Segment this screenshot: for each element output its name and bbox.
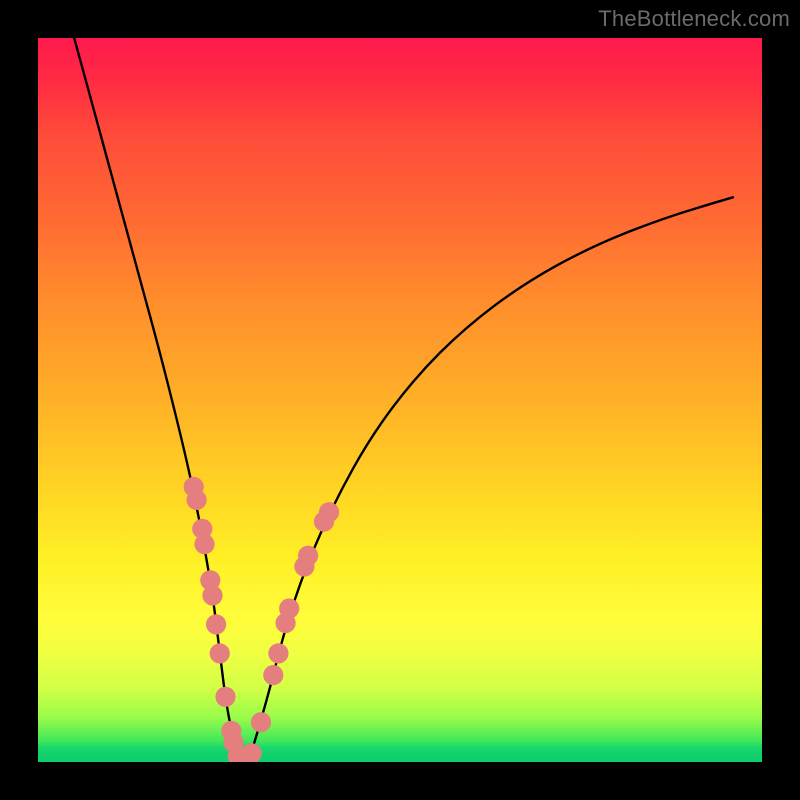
chart-plot-area	[38, 38, 762, 762]
bottleneck-chart	[38, 38, 762, 762]
data-point	[263, 665, 283, 685]
data-point	[268, 643, 288, 663]
data-point	[251, 712, 271, 732]
data-point	[202, 585, 222, 605]
data-point	[210, 643, 230, 663]
watermark-text: TheBottleneck.com	[598, 6, 790, 32]
data-point	[279, 598, 299, 618]
data-point	[194, 534, 214, 554]
chart-frame: TheBottleneck.com	[0, 0, 800, 800]
data-point	[215, 687, 235, 707]
data-point	[206, 614, 226, 634]
data-point	[242, 743, 262, 762]
curve-line	[74, 38, 733, 762]
data-point	[187, 490, 207, 510]
data-point	[298, 546, 318, 566]
data-point	[319, 502, 339, 522]
